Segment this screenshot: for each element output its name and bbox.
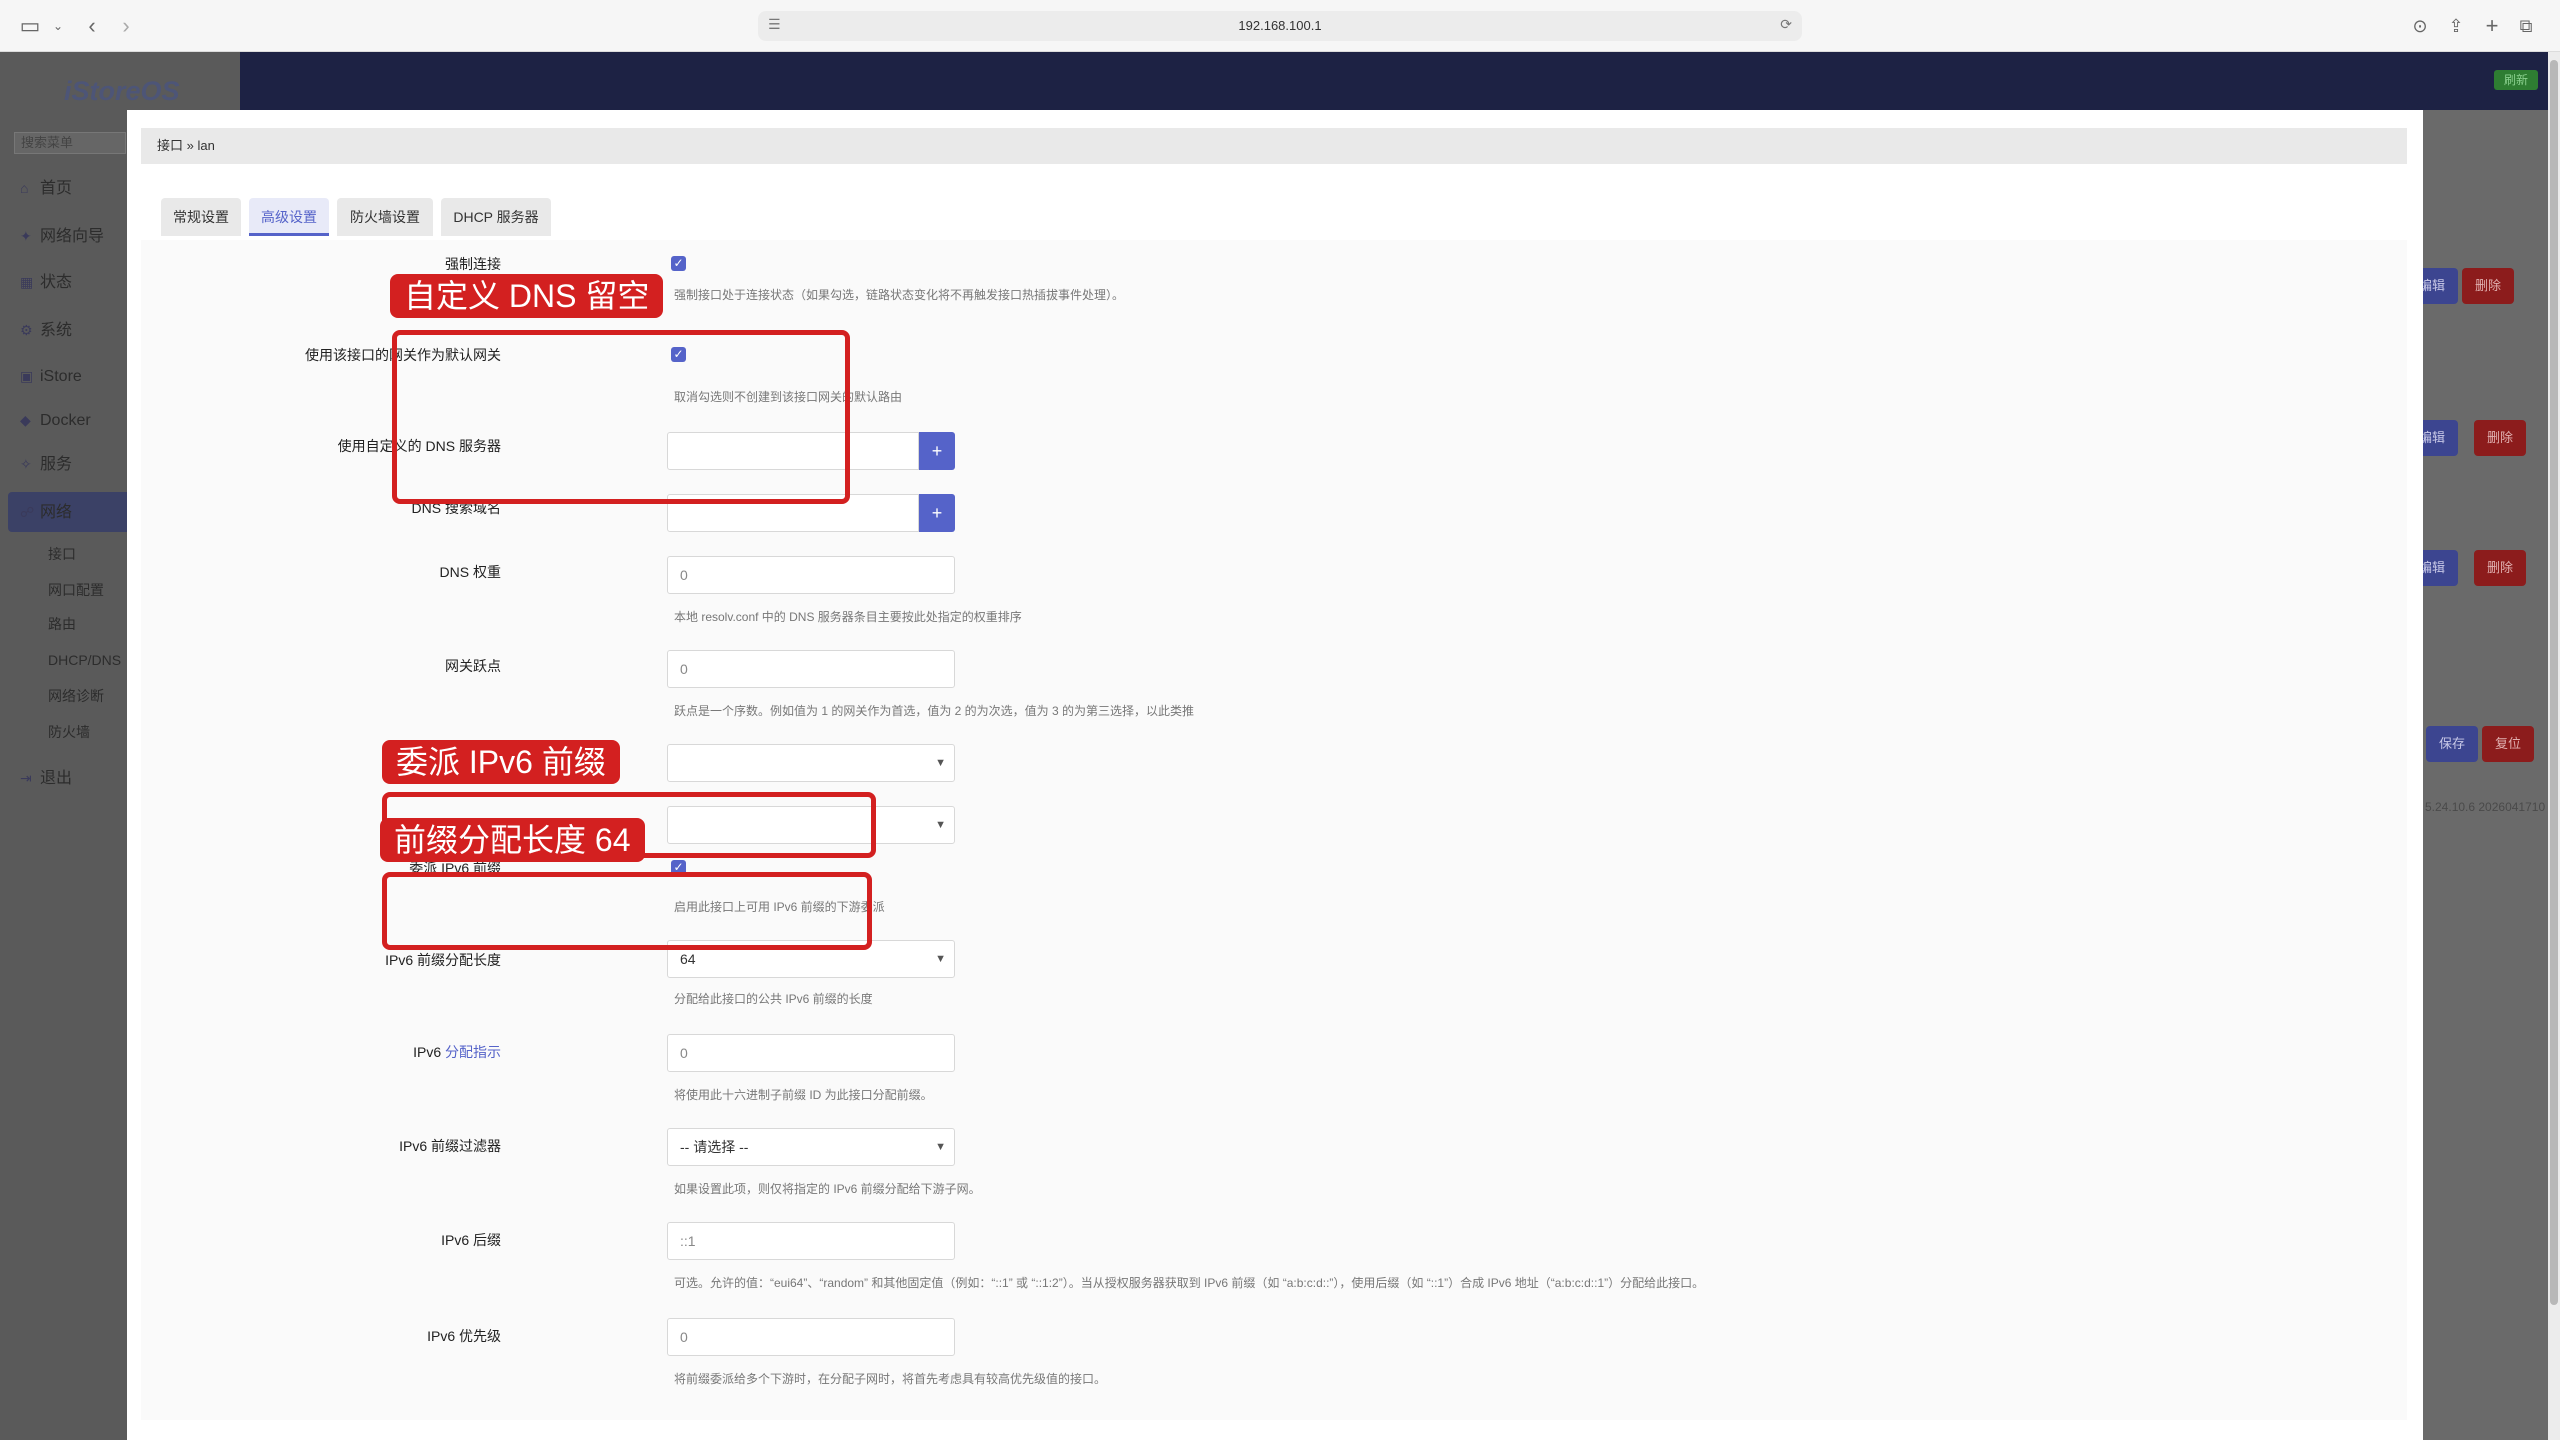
tab-general[interactable]: 常规设置 <box>161 198 241 236</box>
assign-hint-label: IPv6 分配指示 <box>413 1044 501 1060</box>
logout-icon: ⇥ <box>20 770 32 786</box>
add-dns-search-button[interactable]: + <box>919 494 955 532</box>
browser-toolbar: ▭ ⌄ ‹ › ☰ 192.168.100.1 ⟳ ⊙ ⇪ + ⧉ <box>0 0 2560 52</box>
ipv6-priority-help: 将前缀委派给多个下游时，在分配子网时，将首先考虑具有较高优先级值的接口。 <box>674 1372 1107 1386</box>
address-bar[interactable]: ☰ 192.168.100.1 ⟳ <box>758 11 1802 41</box>
prefix-filter-help: 如果设置此项，则仅将指定的 IPv6 前缀分配给下游子网。 <box>674 1182 981 1196</box>
annotation-box-prefix <box>382 872 872 950</box>
nav-item-system[interactable]: ⚙ 系统 <box>20 316 72 344</box>
ipv6-priority-label: IPv6 优先级 <box>427 1328 501 1344</box>
force-link-help: 强制接口处于连接状态（如果勾选，链路状态变化将不再触发接口热插拔事件处理）。 <box>674 288 1125 302</box>
dns-weight-input[interactable]: 0 <box>667 556 955 594</box>
home-icon: ⌂ <box>20 180 29 196</box>
back-icon[interactable]: ‹ <box>78 12 106 40</box>
nav-item-home[interactable]: ⌂ 首页 <box>20 174 72 202</box>
gateway-metric-label: 网关跃点 <box>445 658 501 674</box>
tab-advanced[interactable]: 高级设置 <box>249 198 329 236</box>
annotation-label-dns: 自定义 DNS 留空 <box>390 274 664 318</box>
tabs-overview-icon[interactable]: ⧉ <box>2512 12 2540 40</box>
nav-item-docker[interactable]: ◆ Docker <box>20 406 91 434</box>
sub-nav-dhcp-dns[interactable]: DHCP/DNS <box>48 650 121 670</box>
assign-hint-input[interactable]: 0 <box>667 1034 955 1072</box>
chevron-down-icon: ▼ <box>935 757 946 769</box>
tab-firewall[interactable]: 防火墙设置 <box>337 198 433 236</box>
delete-button[interactable]: 删除 <box>2474 420 2526 456</box>
assign-hint-link[interactable]: 分配指示 <box>445 1044 501 1060</box>
sub-nav-routes[interactable]: 路由 <box>48 614 76 634</box>
prefix-length-label: IPv6 前缀分配长度 <box>385 952 501 968</box>
reset-button[interactable]: 复位 <box>2482 726 2534 762</box>
chevron-down-icon: ▼ <box>935 953 946 965</box>
reload-icon[interactable]: ⟳ <box>1780 16 1792 33</box>
add-dns-button[interactable]: + <box>919 432 955 470</box>
annotation-label-delegate: 委派 IPv6 前缀 <box>382 740 620 784</box>
assign-hint-help: 将使用此十六进制子前缀 ID 为此接口分配前缀。 <box>674 1088 933 1102</box>
prefix-length-help: 分配给此接口的公共 IPv6 前缀的长度 <box>674 992 873 1006</box>
annotation-box-dns <box>392 330 850 504</box>
download-icon[interactable]: ⊙ <box>2406 12 2434 40</box>
sub-nav-ports[interactable]: 网口配置 <box>48 580 104 600</box>
top-bar <box>240 52 2560 110</box>
nav-item-network[interactable]: ☍ 网络 <box>20 498 72 526</box>
docker-icon: ◆ <box>20 412 31 428</box>
nav-item-services[interactable]: ✧ 服务 <box>20 450 72 478</box>
dns-weight-help: 本地 resolv.conf 中的 DNS 服务器条目主要按此处指定的权重排序 <box>674 610 1022 624</box>
share-icon[interactable]: ⇪ <box>2442 12 2470 40</box>
nav-item-status[interactable]: ▦ 状态 <box>20 268 72 296</box>
network-icon: ☍ <box>20 504 35 520</box>
save-button[interactable]: 保存 <box>2426 726 2478 762</box>
nav-item-wizard[interactable]: ✦ 网络向导 <box>20 222 104 250</box>
tab-dhcp[interactable]: DHCP 服务器 <box>441 198 551 236</box>
store-icon: ▣ <box>20 368 34 384</box>
sidebar-toggle-icon[interactable]: ▭ <box>16 12 44 40</box>
chevron-down-icon: ▼ <box>935 1141 946 1153</box>
chevron-down-icon[interactable]: ⌄ <box>44 12 72 40</box>
menu-search-input[interactable]: 搜索菜单 <box>14 132 126 154</box>
force-link-label: 强制连接 <box>445 256 501 272</box>
forward-icon[interactable]: › <box>112 12 140 40</box>
chevron-down-icon: ▼ <box>935 819 946 831</box>
dns-weight-label: DNS 权重 <box>439 564 501 580</box>
ipv6-priority-input[interactable]: 0 <box>667 1318 955 1356</box>
ipv6-suffix-input[interactable]: ::1 <box>667 1222 955 1260</box>
sub-nav-interfaces[interactable]: 接口 <box>48 544 76 564</box>
delete-button[interactable]: 删除 <box>2474 550 2526 586</box>
version-text: 5.24.10.6 2026041710 <box>2425 800 2546 814</box>
new-tab-icon[interactable]: + <box>2478 12 2506 40</box>
gateway-metric-input[interactable]: 0 <box>667 650 955 688</box>
wizard-icon: ✦ <box>20 228 32 244</box>
delete-button[interactable]: 删除 <box>2462 268 2514 304</box>
nav-item-istore[interactable]: ▣ iStore <box>20 362 82 390</box>
brand-logo: iStoreOS <box>64 76 180 106</box>
nav-item-logout[interactable]: ⇥ 退出 <box>20 764 72 792</box>
url-text: 192.168.100.1 <box>1238 18 1322 33</box>
sub-nav-diagnostics[interactable]: 网络诊断 <box>48 686 104 706</box>
breadcrumb: 接口 » lan <box>141 128 2407 164</box>
ipv6-suffix-help: 可选。允许的值：“eui64”、“random” 和其他固定值（例如：“::1”… <box>674 1276 1705 1290</box>
gateway-metric-help: 跃点是一个序数。例如值为 1 的网关作为首选，值为 2 的为次选，值为 3 的为… <box>674 704 1195 718</box>
prefix-filter-label: IPv6 前缀过滤器 <box>399 1138 501 1154</box>
gear-icon: ⚙ <box>20 322 33 338</box>
refresh-badge[interactable]: 刷新 <box>2494 70 2538 90</box>
ipv6-select[interactable]: ▼ <box>667 744 955 782</box>
ipv6-suffix-label: IPv6 后缀 <box>441 1232 501 1248</box>
services-icon: ✧ <box>20 456 32 472</box>
annotation-label-prefix: 前缀分配长度 64 <box>380 818 645 862</box>
scrollbar-thumb[interactable] <box>2550 60 2558 1305</box>
status-icon: ▦ <box>20 274 34 290</box>
prefix-filter-select[interactable]: -- 请选择 -- ▼ <box>667 1128 955 1166</box>
force-link-checkbox[interactable]: ✓ <box>671 256 686 271</box>
sub-nav-firewall[interactable]: 防火墙 <box>48 722 90 742</box>
